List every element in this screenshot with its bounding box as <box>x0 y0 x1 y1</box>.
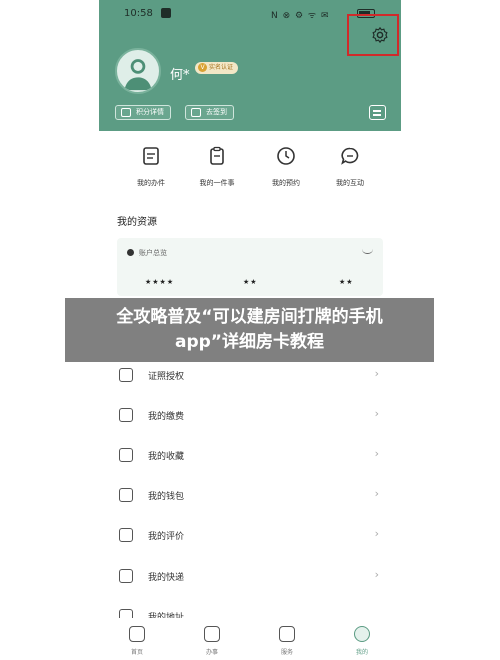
quick-actions: 我的办件 我的一件事 我的预约 我的互动 <box>99 146 401 196</box>
document-icon <box>143 147 159 165</box>
banner-line-1: 全攻略普及“可以建房间打牌的手机 <box>116 307 383 327</box>
nav-profile[interactable]: 我的 <box>332 618 392 656</box>
quick-action-label: 我的互动 <box>336 179 364 187</box>
status-icons: N ⊗ ⚙ ᯤ ✉ <box>271 11 330 21</box>
menu-item-wallet[interactable]: 我的钱包 › <box>99 475 401 515</box>
quick-action-one-thing[interactable]: 我的一件事 <box>182 146 252 188</box>
profile-header: 10:58 N ⊗ ⚙ ᯤ ✉ 何* 实名认证 积分详情 去签到 <box>99 0 401 131</box>
menu-item-favorites[interactable]: 我的收藏 › <box>99 435 401 475</box>
status-time: 10:58 <box>124 8 153 19</box>
username: 何* <box>170 68 190 83</box>
asset-value: ★★★★ <box>145 278 175 286</box>
nav-label: 首页 <box>130 649 143 656</box>
bag-icon <box>279 626 295 642</box>
account-overview-label: 账户总览 <box>127 248 167 258</box>
sign-in-button[interactable]: 去签到 <box>185 105 234 120</box>
chat-icon <box>341 147 359 165</box>
menu-item-label: 我的缴费 <box>148 412 185 422</box>
menu-item-deliveries[interactable]: 我的快递 › <box>99 556 401 596</box>
quick-action-label: 我的预约 <box>272 179 300 187</box>
truck-icon <box>119 569 133 583</box>
verified-badge[interactable]: 实名认证 <box>195 62 239 74</box>
menu-item-label: 我的收藏 <box>148 452 185 462</box>
wallet-icon <box>119 488 133 502</box>
nav-bag[interactable]: 服务 <box>257 618 317 656</box>
nav-services[interactable]: 办事 <box>182 618 242 656</box>
comment-icon <box>119 528 133 542</box>
assets-card[interactable]: 账户总览 ★★★★ ★★ ★★ <box>117 238 383 296</box>
title-banner: 全攻略普及“可以建房间打牌的手机 app”详细房卡教程 <box>65 298 434 362</box>
gear-icon[interactable] <box>371 26 389 44</box>
chevron-right-icon: › <box>374 447 379 460</box>
banner-line-2: app”详细房卡教程 <box>175 332 324 352</box>
nav-label: 服务 <box>280 649 293 656</box>
chevron-right-icon: › <box>374 407 379 420</box>
points-detail-button[interactable]: 积分详情 <box>115 105 171 120</box>
chevron-right-icon: › <box>374 527 379 540</box>
asset-value: ★★ <box>339 278 354 286</box>
profile-icon <box>354 626 370 642</box>
eye-closed-icon[interactable] <box>362 249 373 254</box>
menu-item-label: 证照授权 <box>148 372 185 382</box>
home-icon <box>129 626 145 642</box>
nav-label: 我的 <box>355 649 368 656</box>
sign-in-label: 去签到 <box>206 108 227 116</box>
status-app-icon <box>161 8 171 18</box>
menu-item-label: 我的快递 <box>148 573 185 583</box>
points-detail-label: 积分详情 <box>136 108 164 116</box>
id-card-icon <box>119 368 133 382</box>
banner-title: 全攻略普及“可以建房间打牌的手机 app”详细房卡教程 <box>65 305 434 355</box>
quick-action-interactions[interactable]: 我的互动 <box>315 146 385 188</box>
coins-icon <box>121 108 131 117</box>
chevron-right-icon: › <box>374 568 379 581</box>
quick-action-label: 我的办件 <box>137 179 165 187</box>
nav-home[interactable]: 首页 <box>107 618 167 656</box>
menu-item-label: 我的钱包 <box>148 492 185 502</box>
menu-item-payments[interactable]: 我的缴费 › <box>99 395 401 435</box>
menu-item-reviews[interactable]: 我的评价 › <box>99 515 401 555</box>
message-icon[interactable] <box>369 105 386 120</box>
checkbox-icon <box>191 108 201 117</box>
nav-label: 办事 <box>205 649 218 656</box>
menu-item-label: 我的评价 <box>148 532 185 542</box>
clock-icon <box>277 147 295 165</box>
quick-action-appointments[interactable]: 我的预约 <box>251 146 321 188</box>
avatar[interactable] <box>115 48 161 94</box>
section-title: 我的资源 <box>117 217 157 228</box>
bottom-nav: 首页 办事 服务 我的 <box>99 618 401 660</box>
yuan-icon <box>119 408 133 422</box>
clipboard-icon <box>210 146 224 165</box>
quick-action-label: 我的一件事 <box>199 179 235 187</box>
star-icon <box>119 448 133 462</box>
chevron-right-icon: › <box>374 367 379 380</box>
list-icon <box>204 626 220 642</box>
avatar-image <box>124 59 152 91</box>
chevron-right-icon: › <box>374 487 379 500</box>
asset-value: ★★ <box>243 278 258 286</box>
quick-action-my-cases[interactable]: 我的办件 <box>116 146 186 188</box>
